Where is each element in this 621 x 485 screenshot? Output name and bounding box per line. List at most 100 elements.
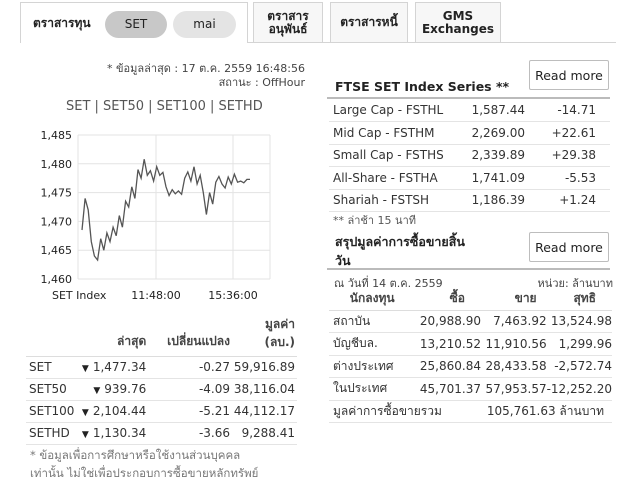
sell-value: 57,953.57	[480, 377, 547, 401]
tab-derivatives-line1: ตราสาร	[267, 8, 309, 23]
y-tick-label: 1,480	[41, 158, 73, 171]
x-tick-label: 11:48:00	[131, 289, 180, 302]
set-index-line	[81, 159, 250, 262]
table-row: Mid Cap - FSTHM 2,269.00 +22.61	[329, 121, 610, 145]
index-change: -3.66	[152, 422, 233, 445]
buy-value: 13,210.52	[415, 332, 481, 356]
summary-divider	[327, 268, 610, 270]
last-update-text: * ข้อมูลล่าสุด : 17 ต.ค. 2559 16:48:56	[107, 62, 305, 75]
ftse-value: 2,339.89	[463, 144, 541, 167]
tab-bonds[interactable]: ตราสารหนี้	[330, 2, 408, 42]
disclaimer-line1: * ข้อมูลเพื่อการศึกษาหรือใช้งานส่วนบุคคล	[30, 448, 241, 462]
buy-value: 45,701.37	[415, 377, 481, 401]
index-change: -4.09	[152, 378, 233, 401]
summary-header-net: สุทธิ	[546, 288, 612, 311]
ftse-value: 2,269.00	[463, 121, 541, 145]
y-tick-label: 1,460	[41, 273, 73, 286]
table-row: Small Cap - FSTHS 2,339.89 +29.38	[329, 144, 610, 167]
disclaimer-note: * ข้อมูลเพื่อการศึกษาหรือใช้งานส่วนบุคคล…	[30, 446, 310, 482]
table-row: มูลค่าการซื้อขายรวม 105,761.63 ล้านบาท	[329, 400, 612, 423]
y-tick-label: 1,470	[41, 215, 73, 228]
index-name[interactable]: SET100	[26, 400, 82, 423]
ftse-read-more-button[interactable]: Read more	[529, 60, 609, 90]
down-arrow-icon: ▼	[81, 364, 89, 374]
buy-value: 25,860.84	[415, 355, 481, 378]
disclaimer-line2: เท่านั้น ไม่ใช่เพื่อประกอบการซื้อขายหลัก…	[30, 466, 259, 480]
tab-derivatives[interactable]: ตราสาร อนุพันธ์	[253, 2, 323, 42]
index-header-value-line1: มูลค่า	[264, 316, 295, 331]
down-arrow-icon: ▼	[81, 408, 89, 418]
ftse-change: +1.24	[541, 189, 610, 212]
summary-header-buy: ซื้อ	[415, 288, 481, 311]
tab-equity[interactable]: ตราสารทุน SET mai	[20, 2, 248, 43]
index-name[interactable]: SET	[26, 356, 82, 379]
net-value: -2,572.74	[546, 355, 612, 378]
ftse-name: All-Share - FSTHA	[329, 166, 463, 190]
net-value: -12,252.20	[546, 377, 612, 401]
y-tick-label: 1,465	[41, 244, 73, 257]
down-arrow-icon: ▼	[81, 430, 89, 440]
summary-table: นักลงทุน ซื้อ ขาย สุทธิ สถาบัน 20,988.90…	[329, 288, 612, 423]
market-tabs: ตราสารทุน SET mai ตราสาร อนุพันธ์ ตราสาร…	[20, 2, 616, 43]
index-change: -0.27	[152, 356, 233, 379]
ftse-value: 1,741.09	[463, 166, 541, 190]
summary-header-sell: ขาย	[480, 288, 547, 311]
net-value: 13,524.98	[546, 310, 612, 333]
y-tick-label: 1,475	[41, 187, 73, 200]
table-row[interactable]: SETHD ▼ 1,130.34 -3.66 9,288.41	[26, 422, 297, 445]
table-row: บัญชีบล. 13,210.52 11,910.56 1,299.96	[329, 332, 612, 356]
ftse-table: Large Cap - FSTHL 1,587.44 -14.71 Mid Ca…	[329, 99, 610, 212]
investor-type: ต่างประเทศ	[329, 355, 416, 378]
index-links[interactable]: SET | SET50 | SET100 | SETHD	[66, 99, 263, 114]
ftse-name: Small Cap - FSTHS	[329, 144, 463, 167]
tab-equity-label: ตราสารทุน	[33, 15, 91, 30]
investor-type: สถาบัน	[329, 310, 416, 333]
table-row: All-Share - FSTHA 1,741.09 -5.53	[329, 166, 610, 190]
table-row: สถาบัน 20,988.90 7,463.92 13,524.98	[329, 310, 612, 333]
index-value: 59,916.89	[232, 356, 297, 379]
ftse-value: 1,587.44	[463, 99, 541, 122]
net-value: 1,299.96	[546, 332, 612, 356]
table-row: Shariah - FSTSH 1,186.39 +1.24	[329, 189, 610, 212]
table-row: ในประเทศ 45,701.37 57,953.57 -12,252.20	[329, 377, 612, 401]
market-status-text: สถานะ : OffHour	[218, 76, 305, 89]
ftse-change: -14.71	[541, 99, 610, 122]
ftse-name: Large Cap - FSTHL	[329, 99, 463, 122]
index-name[interactable]: SET50	[26, 378, 82, 401]
mai-pill-button[interactable]: mai	[173, 11, 236, 38]
index-last: 2,104.44	[92, 404, 147, 418]
table-row[interactable]: SET ▼ 1,477.34 -0.27 59,916.89	[26, 356, 297, 379]
tab-derivatives-line2: อนุพันธ์	[268, 21, 308, 36]
index-last: 939.76	[104, 382, 147, 396]
ftse-delay-note: ** ล่าช้า 15 นาที	[333, 214, 416, 227]
set-index-chart: 1,485 1,480 1,475 1,470 1,465 1,460 SET Index 1…	[41, 129, 271, 302]
table-row[interactable]: SET100 ▼ 2,104.44 -5.21 44,112.17	[26, 400, 297, 423]
index-header-value-line2: (ลบ.)	[264, 334, 296, 349]
tab-gms-line1: GMS	[442, 8, 474, 23]
summary-read-more-button[interactable]: Read more	[529, 232, 609, 262]
tab-gms-exchanges[interactable]: GMS Exchanges	[415, 2, 501, 42]
y-tick-label: 1,485	[41, 129, 73, 142]
index-last: 1,477.34	[92, 360, 147, 374]
x-tick-label: 15:36:00	[208, 289, 257, 302]
update-info: * ข้อมูลล่าสุด : 17 ต.ค. 2559 16:48:56 ส…	[107, 62, 305, 90]
index-header-name	[26, 314, 82, 357]
down-arrow-icon: ▼	[93, 386, 101, 396]
sell-value: 11,910.56	[480, 332, 547, 356]
buy-value: 20,988.90	[415, 310, 481, 333]
table-row: Large Cap - FSTHL 1,587.44 -14.71	[329, 99, 610, 122]
index-value: 38,116.04	[232, 378, 297, 401]
investor-type: บัญชีบล.	[329, 332, 416, 356]
ftse-title: FTSE SET Index Series **	[335, 79, 510, 94]
table-row: ต่างประเทศ 25,860.84 28,433.58 -2,572.74	[329, 355, 612, 378]
investor-type: ในประเทศ	[329, 377, 416, 401]
index-name[interactable]: SETHD	[26, 422, 82, 445]
set-pill-button[interactable]: SET	[105, 11, 167, 38]
index-header-last: ล่าสุด	[81, 314, 153, 357]
index-last: 1,130.34	[92, 426, 147, 440]
index-value: 44,112.17	[232, 400, 297, 423]
sell-value: 28,433.58	[480, 355, 547, 378]
ftse-change: +22.61	[541, 121, 610, 145]
table-row[interactable]: SET50 ▼ 939.76 -4.09 38,116.04	[26, 378, 297, 401]
x-tick-label: SET Index	[52, 289, 107, 302]
